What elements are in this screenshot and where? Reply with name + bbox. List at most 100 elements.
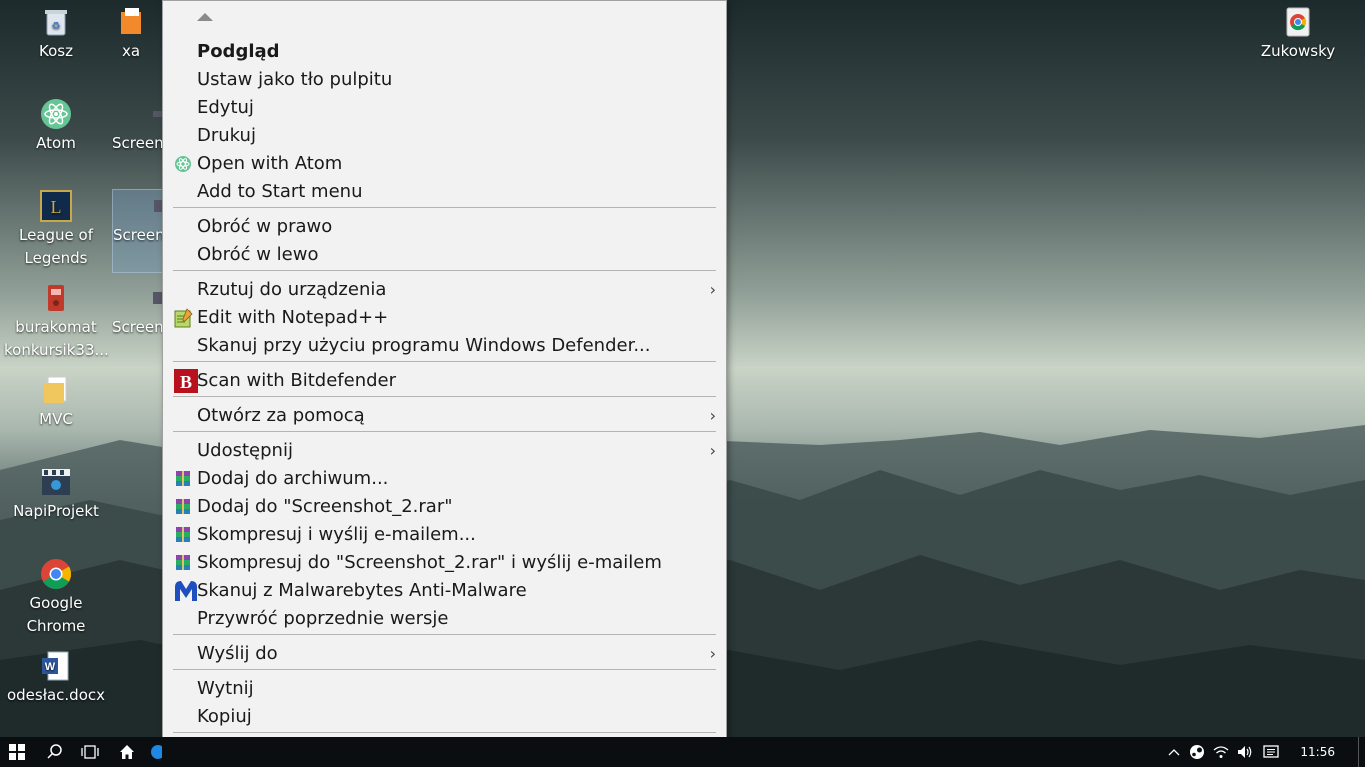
desktop-icon-google-chrome[interactable]: Google Chrome [4, 558, 108, 638]
menu-separator [173, 207, 716, 208]
desktop-icon-label: Zukowsky [1260, 42, 1336, 60]
desktop-icon-zukowsky[interactable]: Zukowsky [1246, 6, 1350, 63]
menu-separator [173, 270, 716, 271]
desktop-icon-label: MVC [39, 410, 73, 428]
desktop-icon-odeslac-docx[interactable]: W odesłac.docx [4, 650, 108, 707]
tray-steam[interactable] [1186, 737, 1208, 767]
desktop-icon-mvc[interactable]: MVC [4, 374, 108, 431]
desktop-icon-league-of-legends[interactable]: L League of Legends [4, 190, 108, 270]
menu-item-compress-and-email[interactable]: Skompresuj i wyślij e-mailem... [163, 521, 726, 549]
home-icon [120, 745, 134, 759]
scroll-up-arrow-icon[interactable] [197, 13, 213, 21]
desktop-icon-burakomat[interactable]: burakomat konkursik33... [4, 282, 109, 362]
task-view-button[interactable] [73, 737, 107, 767]
menu-item-add-to-archive[interactable]: Dodaj do archiwum... [163, 465, 726, 493]
desktop-icon-label: xa [121, 42, 141, 60]
menu-item-compress-to-rar-and-email[interactable]: Skompresuj do "Screenshot_2.rar" i wyśli… [163, 549, 726, 577]
taskbar-clock[interactable]: 11:56 [1300, 737, 1335, 767]
menu-separator [173, 396, 716, 397]
menu-item-label: Wytnij [197, 678, 254, 699]
tray-volume[interactable] [1234, 737, 1256, 767]
menu-item-scan-malwarebytes[interactable]: Skanuj z Malwarebytes Anti-Malware [163, 577, 726, 605]
taskbar-home-button[interactable] [110, 737, 144, 767]
menu-item-scan-windows-defender[interactable]: Skanuj przy użyciu programu Windows Defe… [163, 332, 726, 360]
menu-item-preview[interactable]: Podgląd [163, 38, 726, 66]
league-of-legends-icon: L [40, 190, 72, 222]
word-document-icon: W [40, 650, 72, 682]
svg-text:W: W [45, 661, 56, 673]
svg-text:♻: ♻ [52, 21, 61, 32]
desktop-icon-label: NapiProjekt [13, 502, 99, 520]
svg-text:L: L [51, 197, 62, 217]
menu-separator [173, 732, 716, 733]
taskbar: 11:56 [0, 737, 1365, 767]
submenu-chevron-icon: › [709, 280, 716, 299]
search-icon [47, 744, 62, 759]
menu-item-cast-to-device[interactable]: Rzutuj do urządzenia › [163, 276, 726, 304]
menu-item-rotate-left[interactable]: Obróć w lewo [163, 241, 726, 269]
image-file-icon [144, 98, 162, 130]
desktop-icon-recycle-bin[interactable]: ♻ Kosz [4, 6, 108, 63]
menu-item-print[interactable]: Drukuj [163, 122, 726, 150]
menu-item-copy[interactable]: Kopiuj [163, 703, 726, 731]
desktop-icon-xa[interactable]: xa [100, 6, 162, 63]
desktop-icon-label: Screen [112, 318, 162, 336]
start-button[interactable] [0, 737, 34, 767]
menu-item-label: Drukuj [197, 125, 256, 146]
menu-item-label: Skompresuj do "Screenshot_2.rar" i wyśli… [197, 552, 662, 573]
show-desktop-button[interactable] [1358, 737, 1365, 767]
tray-overflow-button[interactable] [1164, 737, 1184, 767]
menu-item-add-to-rar[interactable]: Dodaj do "Screenshot_2.rar" [163, 493, 726, 521]
menu-item-label: Otwórz za pomocą [197, 405, 365, 426]
menu-item-label: Przywróć poprzednie wersje [197, 608, 449, 629]
menu-item-label: Rzutuj do urządzenia [197, 279, 387, 300]
desktop-icon-label: odesłac.docx [6, 686, 106, 704]
menu-item-share[interactable]: Udostępnij › [163, 437, 726, 465]
menu-item-add-to-start[interactable]: Add to Start menu [163, 178, 726, 206]
menu-item-cut[interactable]: Wytnij [163, 675, 726, 703]
menu-item-open-with[interactable]: Otwórz za pomocą › [163, 402, 726, 430]
atom-icon [175, 156, 191, 172]
taskbar-edge-button[interactable] [146, 737, 162, 767]
menu-item-set-as-wallpaper[interactable]: Ustaw jako tło pulpitu [163, 66, 726, 94]
menu-item-label: Podgląd [197, 41, 280, 62]
menu-item-label: Obróć w lewo [197, 244, 319, 265]
image-file-icon [144, 282, 162, 314]
wifi-icon [1213, 746, 1229, 758]
desktop-icon-screenshot-3[interactable]: Screen [112, 282, 162, 339]
menu-item-label: Obróć w prawo [197, 216, 333, 237]
menu-separator [173, 669, 716, 670]
menu-item-send-to[interactable]: Wyślij do › [163, 640, 726, 668]
bitdefender-icon: B [174, 369, 198, 393]
search-button[interactable] [38, 737, 72, 767]
malwarebytes-icon [175, 581, 197, 601]
menu-item-restore-previous-versions[interactable]: Przywróć poprzednie wersje [163, 605, 726, 633]
desktop-icon-napiprojekt[interactable]: NapiProjekt [4, 466, 108, 523]
windows-logo-icon [9, 744, 25, 760]
svg-text:B: B [180, 372, 192, 392]
chrome-icon [40, 558, 72, 590]
menu-item-label: Add to Start menu [197, 181, 363, 202]
tray-network[interactable] [1210, 737, 1232, 767]
desktop-icon-atom[interactable]: Atom [4, 98, 108, 155]
desktop-icon-screenshot-1[interactable]: Screen [112, 98, 162, 155]
menu-item-open-with-atom[interactable]: Open with Atom [163, 150, 726, 178]
menu-item-rotate-right[interactable]: Obróć w prawo [163, 213, 726, 241]
menu-item-label: Edytuj [197, 97, 254, 118]
menu-item-edit[interactable]: Edytuj [163, 94, 726, 122]
tray-action-center[interactable] [1260, 737, 1282, 767]
image-file-icon [145, 190, 162, 222]
executable-icon [40, 282, 72, 314]
winrar-icon [176, 499, 190, 514]
chrome-shortcut-icon [1282, 6, 1314, 38]
submenu-chevron-icon: › [709, 644, 716, 663]
submenu-chevron-icon: › [709, 441, 716, 460]
menu-item-label: Skanuj z Malwarebytes Anti-Malware [197, 580, 527, 601]
menu-item-scan-bitdefender[interactable]: B Scan with Bitdefender [163, 367, 726, 395]
menu-item-edit-with-notepad[interactable]: Edit with Notepad++ [163, 304, 726, 332]
desktop-icon-screenshot-2[interactable]: Screen [112, 189, 163, 273]
atom-icon [40, 98, 72, 130]
folder-icon [115, 6, 147, 38]
menu-item-label: Skanuj przy użyciu programu Windows Defe… [197, 335, 651, 356]
desktop-icon-label: Kosz [39, 42, 73, 60]
